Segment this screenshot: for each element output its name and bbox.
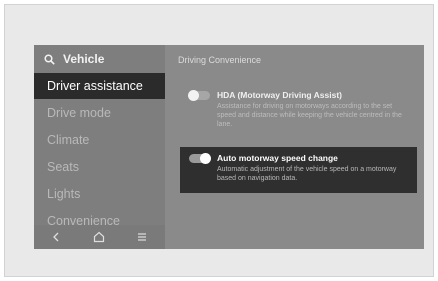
option-hda[interactable]: HDA (Motorway Driving Assist) Assistance… [180,83,417,129]
menu-icon[interactable] [135,230,149,244]
sidebar-item-lights[interactable]: Lights [34,181,165,207]
sidebar-title: Vehicle [63,52,105,66]
bottom-nav-bar [34,225,165,249]
option-title: Auto motorway speed change [217,153,338,163]
option-auto-speed-change[interactable]: Auto motorway speed change Automatic adj… [180,147,417,193]
screenshot-frame: Vehicle Driver assistance Drive mode Cli… [4,4,434,277]
sidebar: Vehicle Driver assistance Drive mode Cli… [34,45,165,249]
infotainment-screen: Vehicle Driver assistance Drive mode Cli… [34,45,424,249]
option-title: HDA (Motorway Driving Assist) [217,90,342,100]
option-description: Assistance for driving on motorways acco… [217,103,402,128]
main-panel: Driving Convenience HDA (Motorway Drivin… [165,45,424,249]
option-description: Automatic adjustment of the vehicle spee… [217,166,397,182]
back-icon[interactable] [49,230,63,244]
toggle-knob [188,90,199,101]
auto-speed-toggle[interactable] [189,153,211,164]
section-title: Driving Convenience [178,55,262,65]
sidebar-item-climate[interactable]: Climate [34,127,165,153]
hda-toggle[interactable] [188,90,210,101]
toggle-knob [200,153,211,164]
sidebar-header[interactable]: Vehicle [34,45,165,73]
home-icon[interactable] [92,230,106,244]
search-icon[interactable] [44,54,55,65]
sidebar-item-drive-mode[interactable]: Drive mode [34,100,165,126]
sidebar-item-seats[interactable]: Seats [34,154,165,180]
sidebar-item-driver-assistance[interactable]: Driver assistance [34,73,165,99]
